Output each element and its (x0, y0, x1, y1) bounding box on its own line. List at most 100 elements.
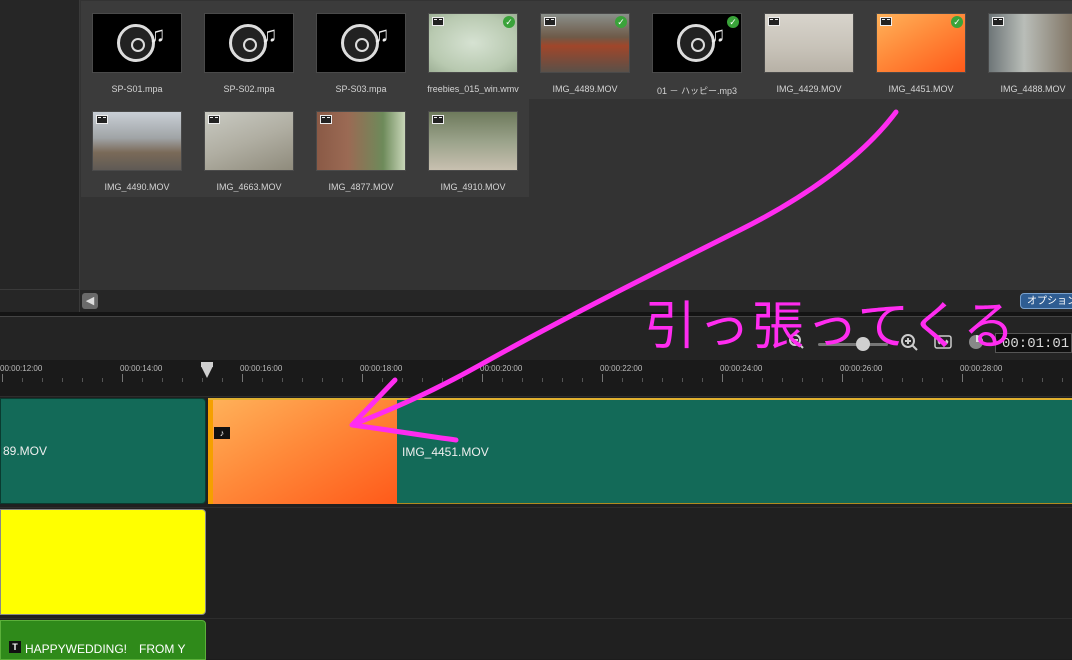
media-thumbnail (988, 13, 1072, 73)
color-clip-yellow[interactable] (0, 509, 206, 615)
media-thumbnail: ♫ (92, 13, 182, 73)
ruler-time-label: 00:00:22:00 (600, 364, 643, 373)
media-item-label: IMG_4488.MOV (1000, 84, 1066, 94)
media-item[interactable]: ♫ ✓ 01 － ハッピー.mp3 (641, 1, 753, 99)
ruler-minor-tick (1042, 378, 1043, 382)
media-item[interactable]: ♫ SP-S03.mpa (305, 1, 417, 99)
ruler-time-label: 00:00:20:00 (480, 364, 523, 373)
media-thumbnail: ♫ (316, 13, 406, 73)
media-thumbnail: ✓ (428, 13, 518, 73)
media-item-label: SP-S02.mpa (223, 84, 275, 94)
ruler-time-label: 00:00:24:00 (720, 364, 763, 373)
media-item[interactable]: ✓ IMG_4451.MOV (865, 1, 977, 99)
music-note-icon: ♫ (373, 22, 390, 47)
ruler-minor-tick (1062, 378, 1063, 382)
ruler-minor-tick (802, 378, 803, 382)
media-item[interactable]: IMG_4910.MOV (417, 99, 529, 197)
media-thumbnail (428, 111, 518, 171)
ruler-minor-tick (762, 378, 763, 382)
media-item[interactable]: IMG_4877.MOV (305, 99, 417, 197)
media-thumbnail (316, 111, 406, 171)
media-thumbnail (204, 111, 294, 171)
media-item[interactable]: ♫ SP-S02.mpa (193, 1, 305, 99)
ruler-minor-tick (102, 378, 103, 382)
film-icon (544, 17, 556, 26)
media-library: ♫ SP-S01.mpa ♫ SP-S02.mpa ♫ SP-S03.mpa ✓ freebi… (0, 0, 1072, 312)
video-clip-img4451[interactable]: IMG_4451.MOV (208, 398, 1072, 504)
timeline-ruler[interactable]: 00:00:12:00 00:00:14:00 00:00:16:00 00:00:1… (0, 360, 1072, 396)
media-item[interactable]: IMG_4490.MOV (81, 99, 193, 197)
library-side-panel (0, 0, 80, 312)
media-item[interactable]: ♫ SP-S01.mpa (81, 1, 193, 99)
title-text-icon: T (9, 641, 21, 653)
clip-trim-handle[interactable] (208, 400, 213, 504)
media-item-label: IMG_4451.MOV (888, 84, 954, 94)
options-button[interactable]: オプション (1020, 293, 1072, 309)
ruler-minor-tick (822, 378, 823, 382)
scroll-left-button[interactable]: ◀ (82, 293, 98, 309)
music-note-icon: ♫ (709, 22, 726, 47)
media-item[interactable]: ✓ IMG_4489.MOV (529, 1, 641, 99)
ruler-minor-tick (702, 378, 703, 382)
ruler-minor-tick (522, 378, 523, 382)
film-icon (432, 115, 444, 124)
ruler-time-label: 00:00:14:00 (120, 364, 163, 373)
ruler-time-label: 00:00:16:00 (240, 364, 283, 373)
ruler-minor-tick (782, 378, 783, 382)
ruler-minor-tick (202, 378, 203, 382)
ruler-minor-tick (262, 378, 263, 382)
media-item-label: SP-S01.mpa (111, 84, 163, 94)
ruler-minor-tick (662, 378, 663, 382)
ruler-minor-tick (302, 378, 303, 382)
media-thumbnail: ♫ ✓ (652, 13, 742, 73)
video-clip-previous[interactable]: 89.MOV (0, 398, 206, 504)
annotation-text: 引っ張ってくる (644, 297, 1017, 357)
ruler-major-tick (242, 374, 243, 382)
music-note-icon: ♫ (149, 22, 166, 47)
clip-label: IMG_4451.MOV (402, 445, 489, 459)
checkmark-icon: ✓ (951, 16, 963, 28)
ruler-minor-tick (322, 378, 323, 382)
clip-thumbnail (208, 400, 397, 504)
ruler-minor-tick (62, 378, 63, 382)
media-item-label: IMG_4490.MOV (104, 182, 170, 192)
media-item[interactable]: IMG_4429.MOV (753, 1, 865, 99)
media-item-label: IMG_4910.MOV (440, 182, 506, 192)
ruler-minor-tick (462, 378, 463, 382)
ruler-minor-tick (742, 378, 743, 382)
ruler-minor-tick (282, 378, 283, 382)
ruler-major-tick (362, 374, 363, 382)
ruler-minor-tick (162, 378, 163, 382)
media-item[interactable]: IMG_4488.MOV (977, 1, 1072, 99)
ruler-minor-tick (622, 378, 623, 382)
ruler-minor-tick (562, 378, 563, 382)
checkmark-icon: ✓ (615, 16, 627, 28)
ruler-minor-tick (502, 378, 503, 382)
ruler-minor-tick (982, 378, 983, 382)
ruler-minor-tick (82, 378, 83, 382)
title-clip[interactable]: T HAPPYWEDDING! FROM Y (0, 620, 206, 660)
divider (0, 289, 79, 290)
ruler-minor-tick (22, 378, 23, 382)
ruler-minor-tick (542, 378, 543, 382)
ruler-time-label: 00:00:28:00 (960, 364, 1003, 373)
speaker-icon: ♪ (214, 427, 230, 439)
ruler-major-tick (2, 374, 3, 382)
ruler-major-tick (482, 374, 483, 382)
ruler-minor-tick (902, 378, 903, 382)
media-item-label: IMG_4877.MOV (328, 182, 394, 192)
ruler-minor-tick (882, 378, 883, 382)
playhead-marker[interactable] (201, 366, 213, 378)
media-item[interactable]: ✓ freebies_015_win.wmv (417, 1, 529, 99)
ruler-minor-tick (942, 378, 943, 382)
ruler-minor-tick (42, 378, 43, 382)
film-icon (432, 17, 444, 26)
media-item[interactable]: IMG_4663.MOV (193, 99, 305, 197)
ruler-time-label: 00:00:12:00 (0, 364, 43, 373)
ruler-major-tick (602, 374, 603, 382)
ruler-minor-tick (1022, 378, 1023, 382)
ruler-minor-tick (382, 378, 383, 382)
media-item-label: SP-S03.mpa (335, 84, 387, 94)
media-item-label: IMG_4489.MOV (552, 84, 618, 94)
ruler-time-label: 00:00:18:00 (360, 364, 403, 373)
